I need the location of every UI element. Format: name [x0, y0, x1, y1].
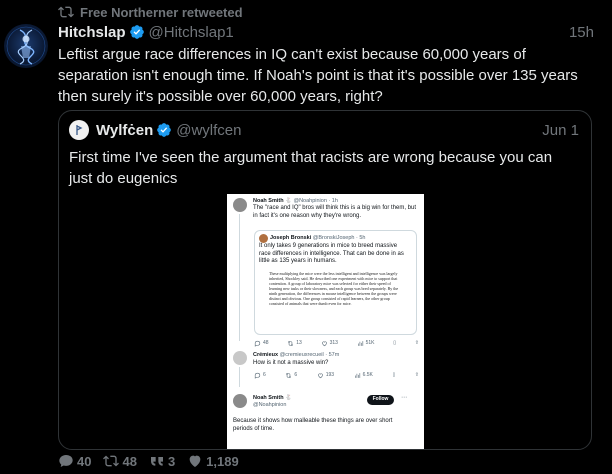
- reply-count: 48: [254, 340, 269, 348]
- quote-count: 3: [167, 453, 176, 469]
- inner-quote-card: Joseph Bronski @BronskiJoseph · 5h It on…: [254, 230, 417, 335]
- post-author-name: Noah Smith: [253, 395, 284, 401]
- post-time: · 57m: [325, 352, 340, 358]
- retweet-button[interactable]: 48: [103, 453, 137, 469]
- retweet-count: 6: [285, 372, 297, 380]
- tweet-time[interactable]: 15h: [569, 24, 594, 41]
- quote-time[interactable]: Jun 1: [542, 122, 579, 139]
- retweet-label: Free Northerner retweeted: [80, 4, 243, 20]
- follow-button: Follow: [367, 395, 394, 405]
- post-text: The "race and IQ" bros will think this i…: [253, 205, 416, 219]
- post-actions: 6 6 193 6.5K ▯ ⇪: [254, 371, 419, 380]
- reply-button[interactable]: 40: [58, 453, 91, 469]
- more-icon: ⋯: [401, 395, 407, 401]
- tweet-actions: 40 48 3 1,189: [58, 452, 251, 470]
- quote-author-handle[interactable]: @wylfcen: [176, 122, 241, 139]
- post-handle-row: @Noahpinion: [253, 402, 286, 410]
- view-count: 6.5K: [354, 372, 373, 380]
- quote-icon: [150, 457, 163, 466]
- bookmark-icon: ▯: [392, 371, 396, 378]
- author-name[interactable]: Hitchslap: [58, 24, 126, 41]
- avatar[interactable]: [4, 24, 48, 68]
- inner-post-text: It only takes 9 generations in mice to b…: [259, 243, 404, 264]
- reply-count: 6: [254, 372, 266, 380]
- views-icon: [354, 373, 360, 378]
- post-header: Crémieux @cremieuxrecueil · 57m: [253, 352, 339, 360]
- retweet-indicator[interactable]: Free Northerner retweeted: [58, 3, 243, 21]
- quote-header: Wylfċen @wylfcen Jun 1: [69, 120, 579, 140]
- reply-count: 40: [77, 453, 92, 469]
- post-author-handle: @Noahpinion: [293, 198, 327, 204]
- views-icon: [357, 341, 363, 346]
- thread-line: [239, 367, 240, 387]
- post-text: Because it shows how malleable these thi…: [233, 418, 393, 432]
- inner-post-header: Joseph Bronski @BronskiJoseph · 5h: [270, 235, 365, 243]
- bookmark-icon: ▯: [393, 339, 397, 346]
- reply-icon: [254, 372, 261, 379]
- avatar: [233, 351, 247, 365]
- inner-post-time: · 5h: [356, 235, 366, 241]
- retweet-count: 48: [122, 453, 137, 469]
- avatar: [259, 234, 268, 243]
- quote-avatar[interactable]: [69, 120, 89, 140]
- post-author-handle: @cremieuxrecueil: [279, 352, 324, 358]
- avatar: [233, 394, 247, 408]
- view-count: 51K: [357, 340, 375, 348]
- tweet-text: Leftist argue race differences in IQ can…: [58, 46, 578, 105]
- like-count: 193: [317, 372, 334, 380]
- heart-icon: [321, 341, 327, 347]
- quote-author-name[interactable]: Wylfċen: [96, 122, 153, 139]
- thread-line: [239, 214, 240, 341]
- heart-icon: [317, 373, 323, 379]
- retweet-count: 13: [287, 340, 302, 348]
- book-page-excerpt: These multiplying the mice were the less…: [269, 271, 399, 306]
- rabbit-emoji: 🐇: [285, 395, 292, 401]
- author-handle[interactable]: @Hitchslap1: [149, 24, 234, 41]
- reply-icon: [254, 340, 261, 347]
- like-count: 1,189: [206, 453, 239, 469]
- post-author-name: Crémieux: [253, 352, 279, 358]
- quote-tweet-card[interactable]: Wylfċen @wylfcen Jun 1 First time I've s…: [58, 110, 592, 450]
- share-icon: ⇪: [414, 371, 419, 378]
- post-time: · 1h: [328, 198, 338, 204]
- tweet-header: Hitchslap @Hitchslap1 15h: [58, 22, 594, 42]
- inner-author-handle: @BronskiJoseph: [312, 235, 355, 241]
- retweet-icon: [286, 373, 292, 378]
- dna-figure-image: [6, 26, 46, 66]
- retweet-icon: [288, 341, 294, 346]
- embedded-screenshot[interactable]: Noah Smith 🐇 @Noahpinion · 1h The "race …: [227, 194, 424, 449]
- verified-badge-icon: [157, 123, 172, 137]
- quote-button[interactable]: 3: [149, 453, 175, 469]
- rabbit-emoji: 🐇: [285, 198, 292, 204]
- avatar: [233, 198, 247, 212]
- post-actions: 48 13 313 51K ▯ ⇪: [254, 339, 419, 348]
- inner-author-name: Joseph Bronski: [270, 235, 312, 241]
- like-count: 313: [321, 340, 338, 348]
- rune-icon: [76, 125, 83, 135]
- post-author-handle: @Noahpinion: [253, 402, 287, 408]
- post-text: How is it not a massive win?: [253, 360, 329, 366]
- reply-icon: [59, 455, 73, 467]
- verified-badge-icon: [129, 25, 144, 39]
- heart-icon: [189, 455, 201, 467]
- post-author-name: Noah Smith: [253, 198, 284, 204]
- share-icon: ⇪: [414, 339, 419, 346]
- retweet-icon: [58, 6, 74, 18]
- retweet-icon: [103, 455, 120, 467]
- quote-text: First time I've seen the argument that r…: [69, 149, 553, 187]
- like-button[interactable]: 1,189: [187, 453, 239, 469]
